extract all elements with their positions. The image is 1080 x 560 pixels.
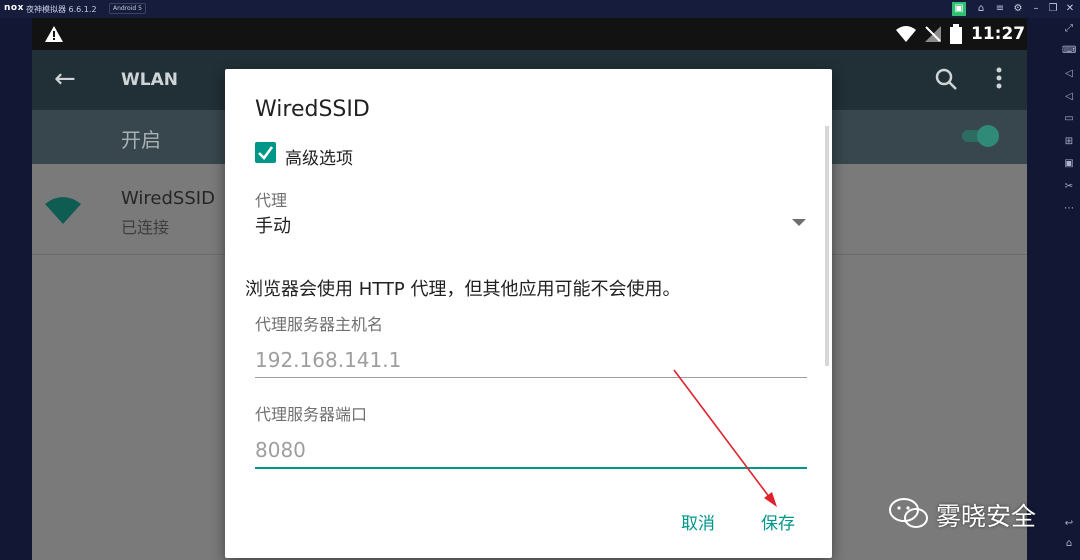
- watermark-text: 雾晓安全: [936, 502, 1037, 531]
- wechat-icon: [889, 498, 928, 528]
- annotation-arrow: [673, 369, 777, 507]
